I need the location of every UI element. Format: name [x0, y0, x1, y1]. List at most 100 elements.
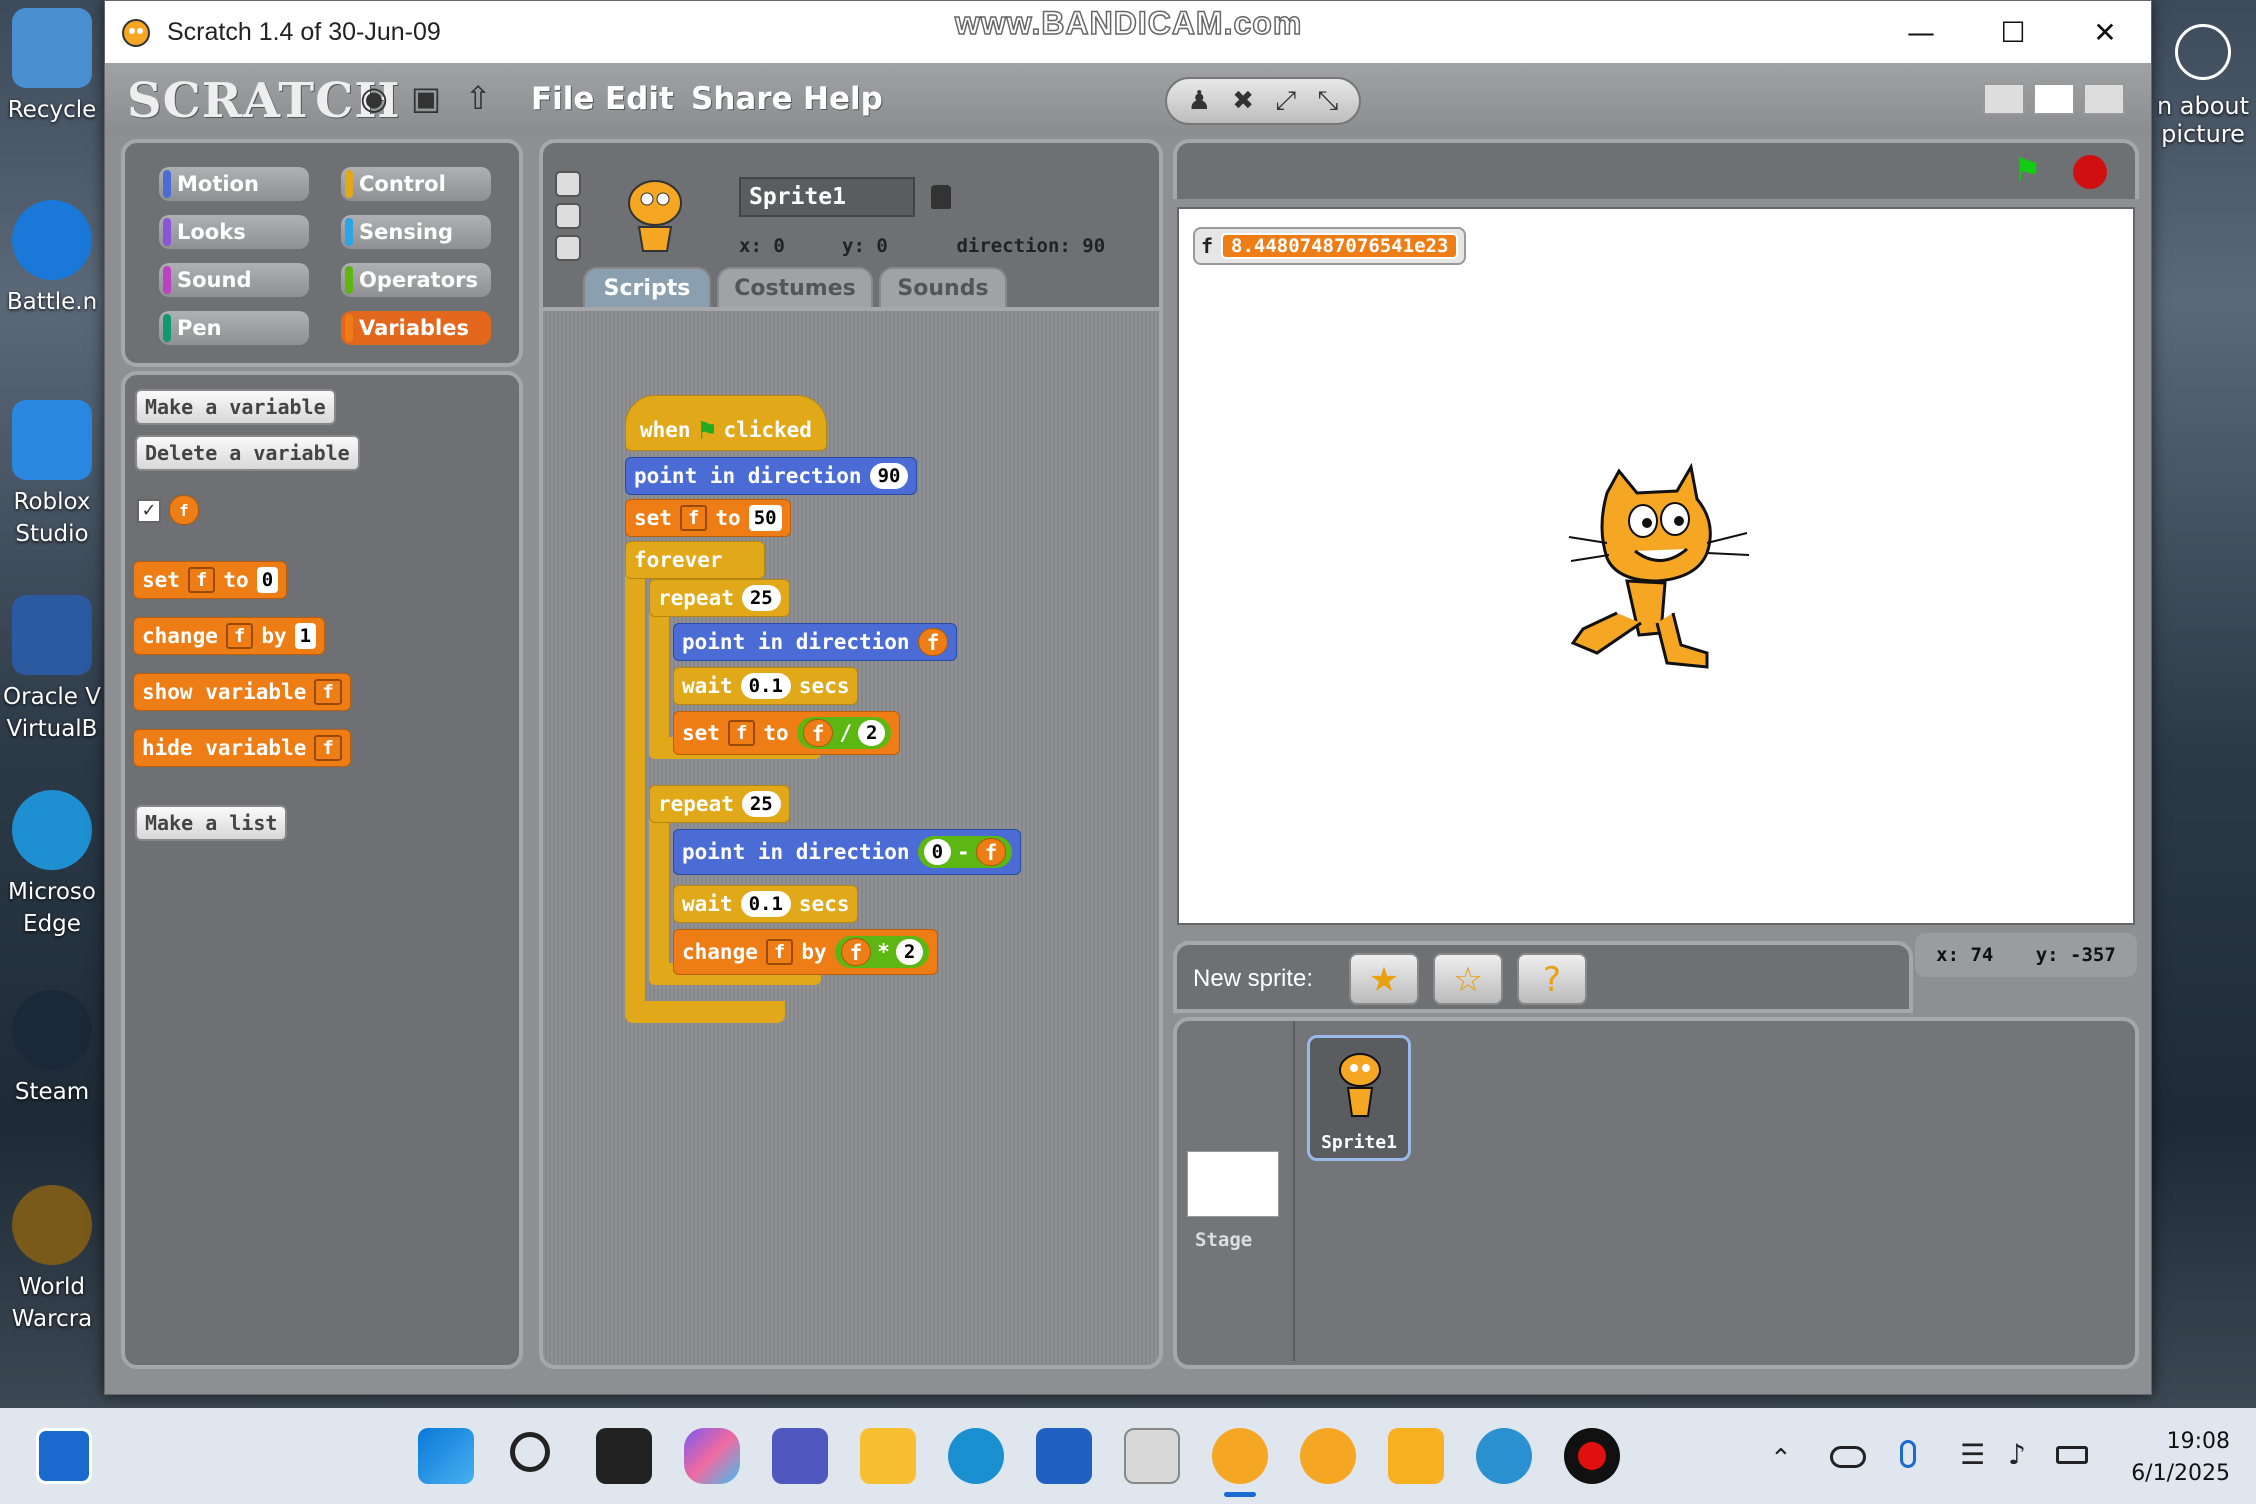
desktop-icon-virtualbox[interactable]: Oracle V VirtualB [0, 595, 104, 745]
edge-taskbar-icon[interactable] [948, 1428, 1004, 1484]
palette-show-variable-block[interactable]: show variable f [133, 673, 351, 711]
category-motion[interactable]: Motion [159, 167, 309, 201]
microphone-icon[interactable] [1900, 1440, 1916, 1468]
lock-icon[interactable] [931, 185, 951, 209]
new-sprite-bar: New sprite: ★ ☆ ? [1173, 941, 1913, 1013]
copilot-icon[interactable] [684, 1428, 740, 1484]
globe-icon[interactable]: ◉ [355, 79, 393, 117]
presentation-mode-button[interactable] [2083, 83, 2125, 115]
desktop-icon-roblox[interactable]: Roblox Studio [0, 400, 104, 550]
set-variable-block-1[interactable]: set f to 50 [625, 499, 791, 537]
battery-icon[interactable] [2056, 1446, 2088, 1464]
volume-icon[interactable]: ♪ [2008, 1438, 2026, 1471]
teams-icon[interactable] [772, 1428, 828, 1484]
desktop-icon-steam[interactable]: Steam [0, 990, 104, 1108]
divide-operator[interactable]: f / 2 [796, 717, 892, 749]
variable-reporter-f[interactable]: f [169, 495, 199, 525]
menu-file[interactable]: File [531, 81, 594, 117]
edge-beta-icon[interactable] [1476, 1428, 1532, 1484]
menu-edit[interactable]: Edit [605, 81, 674, 117]
microsoft-store-icon[interactable] [1036, 1428, 1092, 1484]
sprite-name-field[interactable]: Sprite1 [739, 177, 915, 217]
category-operators[interactable]: Operators [341, 263, 491, 297]
shrink-tool-icon[interactable]: ⤡ [1318, 86, 1339, 117]
category-sensing[interactable]: Sensing [341, 215, 491, 249]
widgets-icon[interactable] [36, 1428, 92, 1484]
category-control[interactable]: Control [341, 167, 491, 201]
category-looks[interactable]: Looks [159, 215, 309, 249]
start-icon[interactable] [418, 1428, 474, 1484]
multiply-operator[interactable]: f * 2 [834, 936, 930, 968]
scripts-area[interactable]: when ⚑ clicked point in direction 90 set… [539, 307, 1163, 1369]
scratch-2-taskbar-icon[interactable] [1300, 1428, 1356, 1484]
variable-checkbox[interactable]: ✓ [137, 499, 161, 523]
category-variables[interactable]: Variables [341, 311, 491, 345]
make-variable-button[interactable]: Make a variable [135, 389, 336, 425]
wifi-icon[interactable]: ☰ [1960, 1438, 1985, 1471]
menu-share[interactable]: Share [691, 81, 793, 117]
repeat-block-1[interactable]: repeat 25 [649, 579, 790, 617]
point-in-direction-block-1[interactable]: point in direction 90 [625, 457, 918, 495]
category-pen[interactable]: Pen [159, 311, 309, 345]
point-in-direction-block-2[interactable]: point in direction f [673, 623, 958, 661]
stop-sign-button[interactable] [2073, 155, 2107, 189]
grow-tool-icon[interactable]: ⤢ [1275, 86, 1296, 117]
make-list-button[interactable]: Make a list [135, 805, 288, 841]
file-explorer-icon[interactable] [860, 1428, 916, 1484]
set-variable-block-2[interactable]: set f to f / 2 [673, 711, 901, 755]
desktop-icon-wow[interactable]: World Warcra [0, 1185, 104, 1335]
record-icon[interactable] [1564, 1428, 1620, 1484]
tab-sounds[interactable]: Sounds [879, 267, 1007, 307]
wait-block-1[interactable]: wait 0.1 secs [673, 667, 859, 705]
wait-block-2[interactable]: wait 0.1 secs [673, 885, 859, 923]
flip-style-icon[interactable] [555, 203, 581, 229]
search-icon[interactable] [506, 1428, 562, 1484]
task-view-icon[interactable] [596, 1428, 652, 1484]
desktop-icon-edge[interactable]: Microso Edge [0, 790, 104, 940]
duplicate-tool-icon[interactable]: ♟ [1188, 86, 1211, 116]
system-clock[interactable]: 19:08 6/1/2025 [2131, 1426, 2230, 1490]
menu-help[interactable]: Help [803, 81, 883, 117]
stage[interactable]: f 8.44807487076541e23 [1177, 207, 2135, 925]
save-icon[interactable]: ▣ [407, 79, 445, 117]
point-in-direction-block-3[interactable]: point in direction 0 - f [673, 829, 1022, 875]
when-flag-clicked-hat-block[interactable]: when ⚑ clicked [625, 395, 827, 451]
choose-sprite-from-file-button[interactable]: ☆ [1433, 953, 1503, 1005]
repeat-block-2[interactable]: repeat 25 [649, 785, 790, 823]
maximize-button[interactable]: ☐ [1967, 1, 2059, 63]
minimize-button[interactable]: — [1875, 1, 1967, 63]
sprite1-thumbnail[interactable]: Sprite1 [1307, 1035, 1411, 1161]
normal-stage-button[interactable] [2033, 83, 2075, 115]
desktop-text-right[interactable]: n about picture [2150, 20, 2256, 148]
delete-variable-button[interactable]: Delete a variable [135, 435, 360, 471]
chevron-up-icon[interactable]: ⌃ [1770, 1444, 1792, 1474]
tab-costumes[interactable]: Costumes [717, 267, 873, 307]
forever-block[interactable]: forever [625, 541, 765, 579]
block-palette: Make a variable Delete a variable ✓ f se… [121, 371, 523, 1369]
tab-scripts[interactable]: Scripts [583, 267, 711, 307]
bandicam-app-icon[interactable] [1388, 1428, 1444, 1484]
variable-monitor[interactable]: f 8.44807487076541e23 [1193, 227, 1467, 265]
scratch-taskbar-icon[interactable] [1212, 1428, 1268, 1484]
stage-thumbnail[interactable] [1187, 1151, 1279, 1217]
palette-change-block[interactable]: change f by 1 [133, 617, 326, 655]
share-icon[interactable]: ⇧ [459, 79, 497, 117]
delete-tool-icon[interactable]: ✖ [1232, 86, 1254, 116]
paint-new-sprite-button[interactable]: ★ [1349, 953, 1419, 1005]
no-rotate-icon[interactable] [555, 235, 581, 261]
desktop-icon-battlenet[interactable]: Battle.n [0, 200, 104, 318]
desktop-icon-recycle[interactable]: Recycle [0, 8, 104, 126]
subtract-operator[interactable]: 0 - f [917, 836, 1013, 868]
palette-set-block[interactable]: set f to 0 [133, 561, 288, 599]
palette-hide-variable-block[interactable]: hide variable f [133, 729, 351, 767]
change-variable-block[interactable]: change f by f * 2 [673, 929, 939, 975]
scratch-cat-sprite[interactable] [1557, 463, 1757, 683]
rotate-style-icon[interactable] [555, 171, 581, 197]
random-sprite-button[interactable]: ? [1517, 953, 1587, 1005]
category-sound[interactable]: Sound [159, 263, 309, 297]
green-flag-button[interactable]: ⚑ [2013, 151, 2042, 189]
small-stage-button[interactable] [1983, 83, 2025, 115]
close-button[interactable]: ✕ [2059, 1, 2151, 63]
remote-desktop-icon[interactable] [1124, 1428, 1180, 1484]
onedrive-icon[interactable] [1830, 1446, 1866, 1468]
